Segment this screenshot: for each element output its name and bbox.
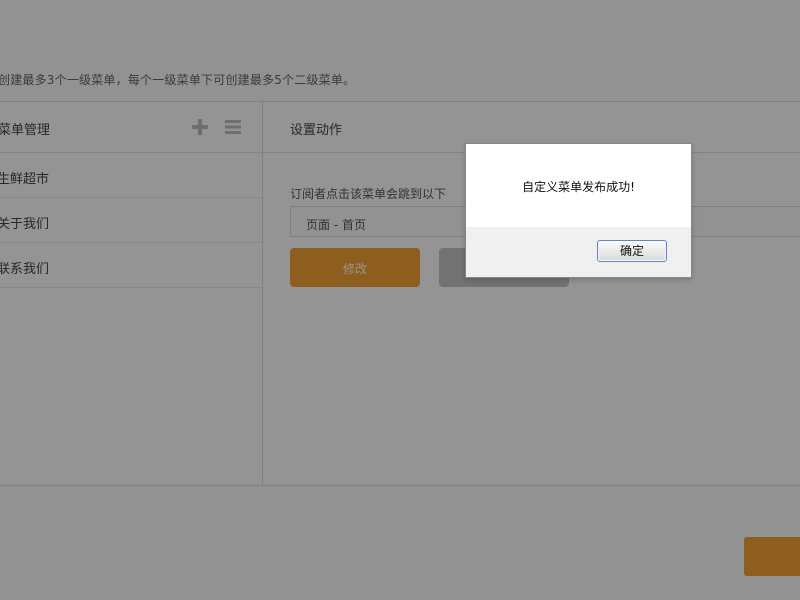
- alert-message: 自定义菜单发布成功!: [522, 180, 635, 194]
- modal-overlay: [0, 0, 800, 600]
- alert-message-area: 自定义菜单发布成功!: [466, 144, 691, 227]
- success-alert-dialog: 自定义菜单发布成功! 确定: [465, 143, 692, 278]
- ok-button[interactable]: 确定: [597, 240, 667, 262]
- wechat-custom-menu-page: 创建最多3个一级菜单，每个一级菜单下可创建最多5个二级菜单。 菜单管理 生鲜超市: [0, 0, 800, 600]
